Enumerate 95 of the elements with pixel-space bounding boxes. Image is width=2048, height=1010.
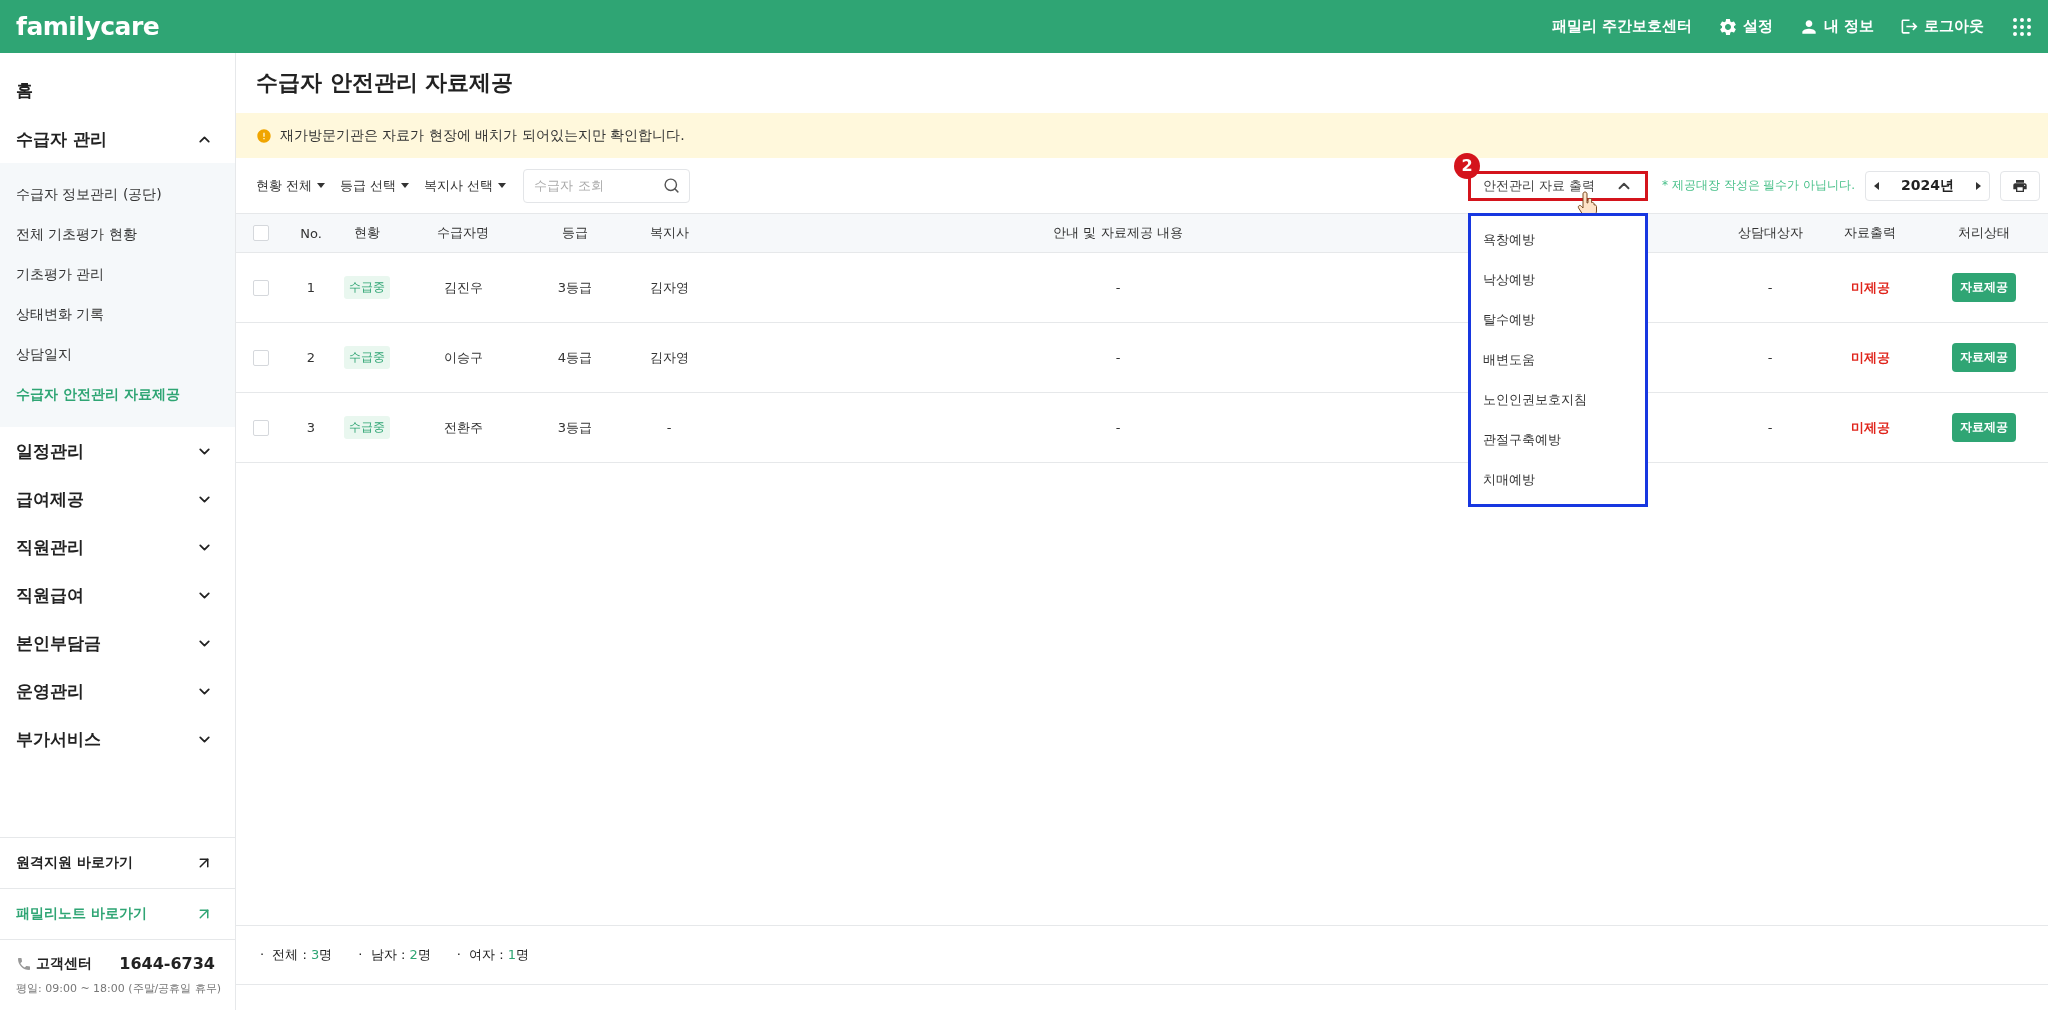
caret-down-icon: [317, 183, 326, 188]
output-status: 미제공: [1850, 348, 1890, 367]
row-checkbox[interactable]: [253, 349, 269, 366]
column-header: 상담대상자: [1737, 224, 1803, 242]
warning-icon: [256, 127, 272, 144]
print-button[interactable]: [2000, 170, 2040, 201]
sidebar-group-label: 운영관리: [16, 679, 84, 703]
table-cell: -: [1767, 350, 1773, 365]
column-header: 등급: [562, 224, 588, 242]
caret-down-icon: [401, 183, 410, 188]
center-name: 패밀리 주간보호센터: [1551, 17, 1692, 36]
phone-icon: [16, 955, 32, 972]
table-cell: -: [1115, 280, 1121, 295]
page-title: 수급자 안전관리 자료제공: [255, 69, 515, 97]
column-header: 수급자명: [437, 224, 489, 242]
table-cell: -: [666, 420, 672, 435]
table-cell: 3등급: [557, 418, 593, 437]
table-cell: 3: [306, 420, 316, 435]
menu-option[interactable]: 배변도움: [1470, 339, 1645, 380]
note-text: * 제공대장 작성은 필수가 아닙니다.: [1661, 177, 1856, 194]
submenu-item[interactable]: 상태변화 기록: [0, 295, 235, 335]
table-cell: 3등급: [557, 278, 593, 297]
table-cell: -: [1767, 280, 1773, 295]
sidebar-group[interactable]: 직원관리: [0, 523, 235, 571]
sidebar-group-label: 수급자 관리: [16, 127, 107, 151]
menu-option[interactable]: 탈수예방: [1470, 299, 1645, 340]
column-header: 현황: [354, 224, 380, 242]
sidebar-group[interactable]: 급여제공: [0, 475, 235, 523]
table-cell: -: [1767, 420, 1773, 435]
table-cell: 1: [306, 280, 316, 295]
table-cell: 김진우: [443, 278, 483, 297]
support-label: 고객센터: [36, 954, 92, 973]
printer-icon: [2012, 177, 2028, 194]
menu-option[interactable]: 치매예방: [1470, 459, 1645, 500]
sidebar-group-label: 직원급여: [16, 583, 84, 607]
status-tag: 수급중: [344, 276, 390, 299]
sidebar-group[interactable]: 운영관리: [0, 667, 235, 715]
search-icon: [663, 176, 681, 194]
sidebar-group[interactable]: 부가서비스: [0, 715, 235, 763]
column-header: No.: [300, 225, 322, 241]
menu-option[interactable]: 욕창예방: [1470, 219, 1645, 260]
year-label: 2024년: [1900, 176, 1955, 195]
sidebar-group-label: 급여제공: [16, 487, 84, 511]
support-phone: 1644-6734: [119, 954, 215, 973]
column-header: 안내 및 자료제공 내용: [1053, 224, 1183, 242]
status-tag: 수급중: [344, 416, 390, 439]
table-cell: 4등급: [557, 348, 593, 367]
submenu-item[interactable]: 전체 기초평가 현황: [0, 215, 235, 255]
column-header: 복지사: [649, 224, 689, 242]
shortcut-link[interactable]: 원격지원 바로가기: [0, 837, 235, 888]
sidebar-group-label: 일정관리: [16, 439, 84, 463]
caret-down-icon: [498, 183, 507, 188]
row-checkbox[interactable]: [253, 419, 269, 436]
submenu-item[interactable]: 수급자 정보관리 (공단): [0, 175, 235, 215]
output-dropdown[interactable]: 안전관리 자료 출력: [1467, 170, 1648, 201]
table-cell: -: [1115, 350, 1121, 365]
filter-dropdown[interactable]: 등급 선택: [340, 176, 415, 195]
settings-icon: [1717, 16, 1738, 37]
sidebar-group-label: 본인부담금: [16, 631, 101, 655]
menu-option[interactable]: 낙상예방: [1470, 259, 1645, 300]
table-cell: 김자영: [649, 278, 689, 297]
sidebar-group-label: 직원관리: [16, 535, 84, 559]
output-status: 미제공: [1850, 278, 1890, 297]
caret-left-icon: [1874, 181, 1880, 190]
select-all-checkbox[interactable]: [253, 225, 269, 241]
column-header: 처리상태: [1958, 224, 2010, 242]
table-cell: 전환주: [443, 418, 483, 437]
sidebar-group[interactable]: 일정관리: [0, 427, 235, 475]
sidebar-group[interactable]: 본인부담금: [0, 619, 235, 667]
table-cell: 김자영: [649, 348, 689, 367]
sidebar-group-label: 부가서비스: [16, 727, 101, 751]
status-tag: 수급중: [344, 346, 390, 369]
table-cell: 이승구: [443, 348, 483, 367]
summary-count: · 전체 : 3명: [260, 946, 333, 964]
sidebar-group[interactable]: 직원급여: [0, 571, 235, 619]
submenu-item[interactable]: 기초평가 관리: [0, 255, 235, 295]
summary-count: · 여자 : 1명: [456, 946, 530, 964]
row-checkbox[interactable]: [253, 279, 269, 296]
output-status: 미제공: [1850, 418, 1890, 437]
submenu-item[interactable]: 상담일지: [0, 335, 235, 375]
summary-count: · 남자 : 2명: [358, 946, 431, 964]
filter-dropdown[interactable]: 현황 전체: [256, 176, 331, 195]
filter-dropdown[interactable]: 복지사 선택: [424, 176, 512, 195]
menu-option[interactable]: 노인인권보호지침: [1470, 379, 1645, 420]
sidebar-item[interactable]: 홈: [0, 65, 235, 115]
search-field[interactable]: 수급자 조회: [523, 168, 691, 203]
support-hours: 평일: 09:00 ~ 18:00 (주말/공휴일 휴무): [16, 981, 222, 996]
column-header: 자료출력: [1844, 224, 1896, 242]
sidebar-group[interactable]: 수급자 관리: [0, 115, 235, 163]
caret-right-icon: [1976, 181, 1981, 190]
menu-option[interactable]: 관절구축예방: [1470, 419, 1645, 460]
table-cell: 2: [306, 350, 316, 365]
notice-text: 재가방문기관은 자료가 현장에 배치가 되어있는지만 확인합니다.: [280, 126, 685, 145]
logout-icon: [1900, 17, 1919, 36]
table-cell: -: [1115, 420, 1121, 435]
